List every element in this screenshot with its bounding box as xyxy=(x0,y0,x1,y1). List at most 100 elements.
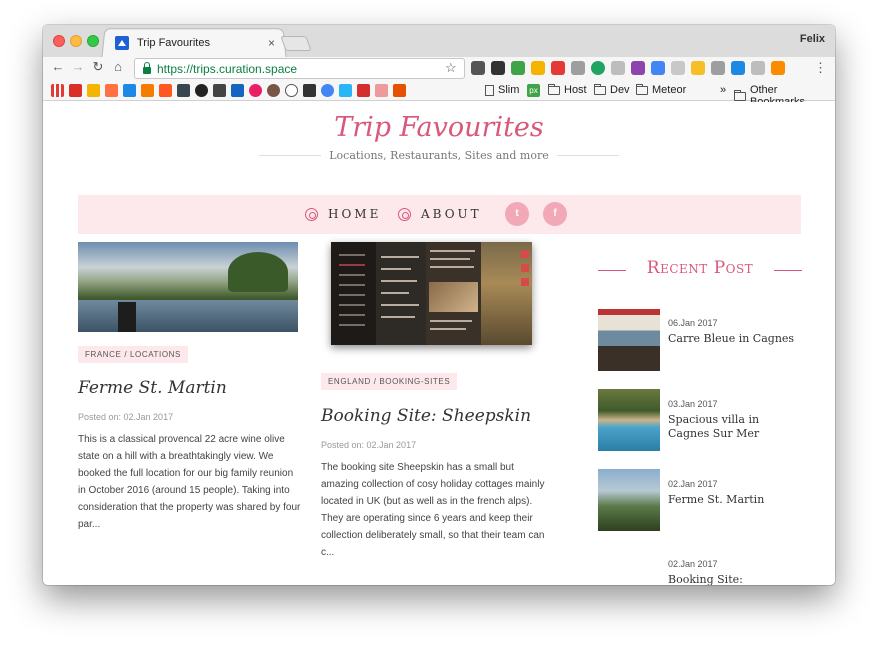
menu-line xyxy=(339,254,365,256)
marker-dots xyxy=(521,250,529,290)
pool-water xyxy=(78,300,298,332)
close-window-button[interactable] xyxy=(53,35,65,47)
recent-post-title[interactable]: Spacious villa in Cagnes Sur Mer xyxy=(668,413,800,441)
extension-icon[interactable] xyxy=(651,61,665,75)
recent-post-title[interactable]: Booking Site: Sheepskin xyxy=(668,573,800,585)
back-icon[interactable]: ← xyxy=(49,59,67,74)
bookmark-label: Dev xyxy=(610,84,630,96)
zoom-window-button[interactable] xyxy=(87,35,99,47)
post-title[interactable]: Booking Site: Sheepskin xyxy=(321,406,531,426)
tab-close-icon[interactable]: × xyxy=(268,36,275,50)
bookmark-icon[interactable] xyxy=(177,84,190,97)
flower-icon xyxy=(305,207,318,221)
reload-icon[interactable]: ↻ xyxy=(89,59,107,75)
extension-icon[interactable] xyxy=(531,61,545,75)
extension-icon[interactable] xyxy=(511,61,525,75)
nav-about[interactable]: ABOUT xyxy=(398,207,482,221)
recent-post-item[interactable]: 03.Jan 2017 Spacious villa in Cagnes Sur… xyxy=(598,389,802,451)
post-category-badge[interactable]: FRANCE / LOCATIONS xyxy=(78,346,188,363)
site-logo[interactable]: Trip Favourites xyxy=(43,112,835,143)
bookmark-icon[interactable] xyxy=(141,84,154,97)
post-image-sheepskin[interactable] xyxy=(331,242,532,345)
menu-line xyxy=(339,264,365,266)
recent-post-thumbnail[interactable] xyxy=(598,389,660,451)
apps-icon[interactable] xyxy=(51,84,64,97)
bookmark-icon[interactable] xyxy=(159,84,172,97)
post-title[interactable]: Ferme St. Martin xyxy=(78,378,227,398)
folder-icon xyxy=(636,83,648,95)
recent-post-item[interactable]: 02.Jan 2017 Booking Site: Sheepskin xyxy=(598,549,802,585)
bookmark-star-icon[interactable]: ☆ xyxy=(445,60,457,76)
recent-post-heading: Recent Post xyxy=(646,258,754,278)
recent-post-item[interactable]: 02.Jan 2017 Ferme St. Martin xyxy=(598,469,802,531)
profile-name[interactable]: Felix xyxy=(800,33,825,45)
new-tab-button[interactable] xyxy=(280,36,312,51)
tab-trip-favourites[interactable]: Trip Favourites × xyxy=(109,29,281,57)
gmail-icon[interactable] xyxy=(69,84,82,97)
text-line xyxy=(381,256,419,258)
extension-icon[interactable] xyxy=(691,61,705,75)
recent-post-title[interactable]: Ferme St. Martin xyxy=(668,493,800,507)
screenshot-listing-panel xyxy=(426,242,481,345)
github-icon[interactable] xyxy=(195,84,208,97)
bookmark-icon[interactable] xyxy=(123,84,136,97)
bookmark-icon[interactable] xyxy=(213,84,226,97)
address-bar[interactable]: https://trips.curation.space xyxy=(134,58,465,79)
divider xyxy=(557,155,619,156)
post-image-ferme[interactable] xyxy=(78,242,298,332)
text-line xyxy=(381,316,415,318)
site-favicon-icon xyxy=(115,36,129,50)
recent-post-title[interactable]: Carre Bleue in Cagnes xyxy=(668,332,800,346)
nav-home[interactable]: HOME xyxy=(305,207,381,221)
extension-icon[interactable] xyxy=(491,61,505,75)
bookmark-icon[interactable] xyxy=(267,84,280,97)
bookmark-icon[interactable] xyxy=(375,84,388,97)
trello-icon[interactable] xyxy=(231,84,244,97)
folder-icon xyxy=(548,83,560,95)
minimize-window-button[interactable] xyxy=(70,35,82,47)
text-line xyxy=(381,268,411,270)
gauge-icon[interactable] xyxy=(285,84,298,97)
bookmark-icon[interactable] xyxy=(357,84,370,97)
bookmark-host[interactable]: Host xyxy=(548,83,587,96)
download-icon[interactable] xyxy=(731,61,745,75)
recent-post-thumbnail[interactable] xyxy=(598,309,660,371)
recent-post-thumbnail[interactable] xyxy=(598,469,660,531)
bookmark-icon[interactable] xyxy=(249,84,262,97)
cast-icon[interactable] xyxy=(671,61,685,75)
recent-post-date: 03.Jan 2017 xyxy=(668,399,718,409)
extension-icon[interactable] xyxy=(771,61,785,75)
facebook-icon[interactable]: f xyxy=(543,202,567,226)
bookmark-dev[interactable]: Dev xyxy=(594,83,630,96)
extension-icon[interactable] xyxy=(611,61,625,75)
bookmark-px[interactable]: px xyxy=(527,84,544,97)
browser-window: Trip Favourites × Felix ← → ↻ ⌂ https://… xyxy=(43,25,835,585)
recent-post-item[interactable]: 06.Jan 2017 Carre Bleue in Cagnes xyxy=(598,309,802,371)
home-icon[interactable]: ⌂ xyxy=(109,59,127,74)
bookmark-meteor[interactable]: Meteor xyxy=(636,83,686,96)
post-category-badge[interactable]: ENGLAND / BOOKING-SITES xyxy=(321,373,458,390)
browser-menu-icon[interactable]: ⋮ xyxy=(814,60,827,76)
text-line xyxy=(430,258,470,260)
google-icon[interactable] xyxy=(321,84,334,97)
recent-post-date: 02.Jan 2017 xyxy=(668,479,718,489)
twitter-icon[interactable]: t xyxy=(505,202,529,226)
extension-icon[interactable] xyxy=(751,61,765,75)
bookmark-slim[interactable]: Slim xyxy=(485,84,519,96)
extension-icon[interactable] xyxy=(711,61,725,75)
extension-icon[interactable] xyxy=(591,61,605,75)
bookmarks-overflow[interactable]: » xyxy=(720,84,726,96)
extensions-row xyxy=(471,61,785,75)
bookmark-icon[interactable] xyxy=(303,84,316,97)
text-line xyxy=(430,328,466,330)
extension-icon[interactable] xyxy=(571,61,585,75)
extension-icon[interactable] xyxy=(631,61,645,75)
bookmark-icon[interactable] xyxy=(339,84,352,97)
nav-home-label: HOME xyxy=(328,207,382,221)
extension-icon[interactable] xyxy=(551,61,565,75)
bookmark-icon[interactable] xyxy=(105,84,118,97)
forward-icon[interactable]: → xyxy=(69,59,87,74)
bookmark-icon[interactable] xyxy=(87,84,100,97)
bookmark-icon[interactable] xyxy=(393,84,406,97)
extension-icon[interactable] xyxy=(471,61,485,75)
